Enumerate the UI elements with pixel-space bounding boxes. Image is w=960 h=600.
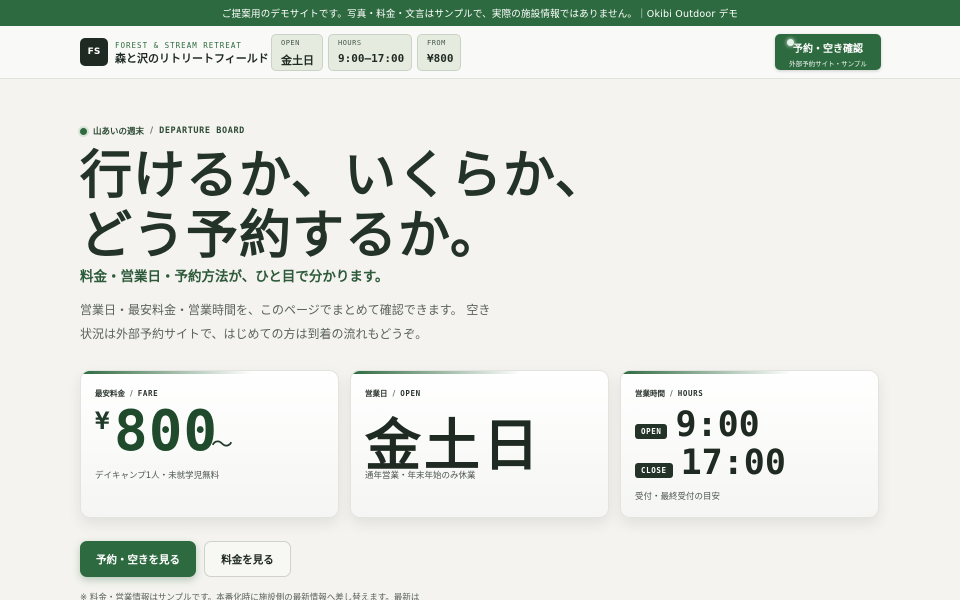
card-accent-line [621,371,791,374]
fare-card: 最安料金 / FARE ¥ 800 〜 デイキャンプ1人・未就学児無料 [80,370,339,518]
open-days-chip: OPEN 金土日 [271,34,323,71]
close-badge: CLOSE [635,462,673,478]
footnote: ※ 料金・営業情報はサンプルです。本番化時に施設側の最新情報へ差し替えます。最新… [80,593,420,600]
card-label-jp: 営業日 [365,389,388,398]
card-note: 受付・最終受付の目安 [635,492,721,502]
hero-eyebrow: 山あいの週末 / DEPARTURE BOARD [80,125,245,137]
open-days-card: 営業日 / OPEN 金土日 通年営業・年末年始のみ休業 [350,370,609,518]
reserve-button-sublabel: 外部予約サイト・サンプル [789,60,867,68]
fare-value: 800 [114,399,219,464]
card-label: 営業日 / OPEN [365,389,421,398]
card-label: 最安料金 / FARE [95,389,159,398]
demo-banner-text: ご提案用のデモサイトです。写真・料金・文言はサンプルで、実際の施設情報ではありま… [221,9,739,20]
hours-card: 営業時間 / HOURS OPEN 9:00 CLOSE 17:00 受付・最終受付… [620,370,879,518]
brand-subtitle: FOREST & STREAM RETREAT [115,41,242,50]
chip-value: ¥800 [427,52,454,65]
eyebrow-jp: 山あいの週末 [93,127,145,137]
yen-symbol: ¥ [95,407,110,435]
view-availability-button[interactable]: 予約・空きを見る [80,541,196,577]
fare-suffix: 〜 [211,433,234,458]
chip-label: OPEN [281,39,300,47]
view-fares-button[interactable]: 料金を見る [204,541,291,577]
chip-value: 金土日 [281,54,314,67]
hero-tagline: 料金・営業日・予約方法が、ひと目で分かります。 [80,269,389,285]
eyebrow-en: DEPARTURE BOARD [159,126,245,136]
status-dot-icon [787,39,794,46]
card-accent-line [81,371,251,374]
card-label: 営業時間 / HOURS [635,389,704,398]
open-time-row: OPEN 9:00 [635,405,760,445]
card-note: 通年営業・年末年始のみ休業 [365,471,476,481]
logo[interactable]: FS [80,38,108,66]
brand-name[interactable]: 森と沢のリトリートフィールド [115,50,269,66]
card-label-jp: 営業時間 [635,389,665,398]
hero-intro: 営業日・最安料金・営業時間を、このページでまとめて確認できます。 空き状況は外部… [80,303,491,341]
card-accent-line [351,371,521,374]
site-header: FS FOREST & STREAM RETREAT 森と沢のリトリートフィール… [0,26,960,79]
open-badge: OPEN [635,423,668,439]
card-label-jp: 最安料金 [95,389,125,398]
card-label-en: FARE [137,389,159,398]
headline-line-2: どう予約するか。 [80,206,503,266]
hero-headline: 行けるか、いくらか、 どう予約するか。 [80,146,608,266]
reserve-button[interactable]: 予約・空き確認 外部予約サイト・サンプル [775,34,881,70]
open-time: 9:00 [675,405,760,445]
card-label-en: HOURS [677,389,704,398]
headline-line-1: 行けるか、いくらか、 [80,146,608,206]
card-note: デイキャンプ1人・未就学児無料 [95,471,220,481]
chip-label: HOURS [338,39,362,47]
dot-icon [80,127,87,135]
hours-chip: HOURS 9:00–17:00 [328,34,412,71]
card-label-en: OPEN [400,389,421,398]
demo-banner: ご提案用のデモサイトです。写真・料金・文言はサンプルで、実際の施設情報ではありま… [0,0,960,26]
fare-chip: FROM ¥800 [417,34,461,71]
close-time: 17:00 [680,443,786,483]
eyebrow-separator: / [150,126,154,136]
chip-value: 9:00–17:00 [338,52,405,65]
chip-label: FROM [427,39,446,47]
close-time-row: CLOSE 17:00 [635,443,786,483]
